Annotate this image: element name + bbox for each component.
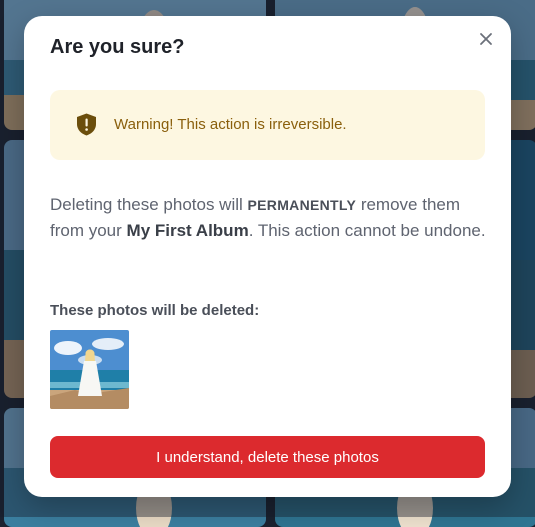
message-emphasis: PERMANENTLY xyxy=(247,197,357,213)
close-button[interactable] xyxy=(475,28,497,50)
delete-confirmation-dialog: Are you sure? Warning! This action is ir… xyxy=(24,16,511,497)
beach-woman-photo xyxy=(50,330,129,409)
album-name: My First Album xyxy=(126,221,249,240)
close-icon xyxy=(480,33,492,45)
shield-warning-icon xyxy=(76,113,97,136)
warning-banner: Warning! This action is irreversible. xyxy=(50,90,485,160)
confirm-delete-button[interactable]: I understand, delete these photos xyxy=(50,436,485,478)
dialog-title: Are you sure? xyxy=(50,36,185,58)
photo-thumbnail xyxy=(50,330,129,409)
dialog-message: Deleting these photos will PERMANENTLY r… xyxy=(50,192,490,244)
deleted-photos-label: These photos will be deleted: xyxy=(50,302,260,319)
warning-text: Warning! This action is irreversible. xyxy=(114,116,347,133)
message-text: . This action cannot be undone. xyxy=(248,221,486,240)
message-text: Deleting these photos will xyxy=(50,195,248,214)
